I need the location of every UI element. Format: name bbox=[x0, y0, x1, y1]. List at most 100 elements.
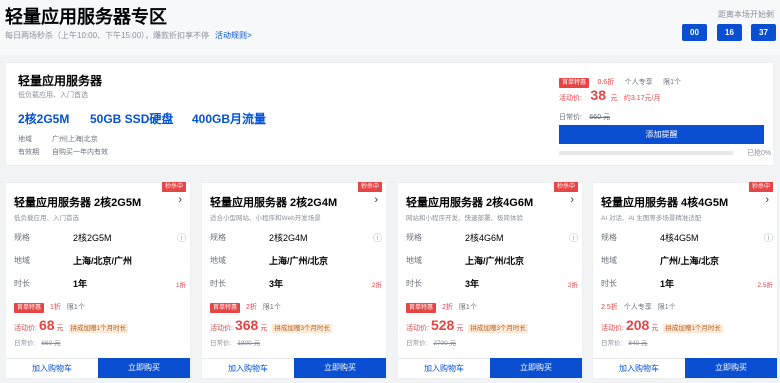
region-value[interactable]: 上海/广州/北京 bbox=[465, 254, 524, 267]
flash-sale-ribbon: 秒杀中 bbox=[553, 182, 578, 192]
orig-value: 2700 元 bbox=[433, 340, 457, 347]
info-circle-icon[interactable]: ⓘ bbox=[373, 231, 382, 244]
product-card[interactable]: 秒杀中 轻量应用服务器 2核4G6M › 网站和小程序开发、快速部署、极简体验 … bbox=[397, 182, 583, 379]
buy-now-button[interactable]: 立即购买 bbox=[98, 358, 190, 378]
group-buy-promo: 拼成加赠3个月时长 bbox=[272, 324, 332, 333]
orig-label: 日常价: bbox=[14, 340, 36, 347]
orig-value: 660 元 bbox=[41, 340, 61, 347]
spec-row: 规格 2核4G6M ⓘ bbox=[406, 229, 578, 247]
price-value: 208 bbox=[625, 317, 650, 333]
orig-price: 日常价: 1800 元 bbox=[210, 337, 260, 347]
orig-price: 日常价: 660 元 bbox=[14, 337, 60, 347]
rules-link[interactable]: 活动规则> bbox=[215, 31, 252, 40]
group-buy-promo: 拼成加赠1个月时长 bbox=[663, 324, 723, 333]
price-unit: 元 bbox=[610, 95, 618, 102]
duration-discount: 2.5折 bbox=[757, 282, 773, 289]
card-price: 活动价: 208 元拼成加赠1个月时长 bbox=[601, 317, 723, 335]
orig-label: 日常价: bbox=[210, 340, 232, 347]
price-label: 活动价: bbox=[14, 325, 37, 332]
discount-label: 2折 bbox=[442, 304, 453, 311]
orig-label: 日常价: bbox=[601, 340, 623, 347]
orig-value: 840 元 bbox=[628, 340, 648, 347]
info-circle-icon[interactable]: ⓘ bbox=[569, 231, 578, 244]
duration-value[interactable]: 1年 bbox=[73, 277, 87, 290]
region-value[interactable]: 广州/上海/北京 bbox=[660, 254, 719, 267]
chevron-right-icon[interactable]: › bbox=[570, 194, 574, 206]
spec-row: 规格 4核4G5M ⓘ bbox=[601, 229, 773, 247]
card-title[interactable]: 轻量应用服务器 2核2G5M bbox=[14, 194, 141, 210]
duration-value[interactable]: 1年 bbox=[660, 277, 674, 290]
price-value: 368 bbox=[234, 317, 259, 333]
duration-value[interactable]: 3年 bbox=[465, 277, 479, 290]
page-title: 轻量应用服务器专区 bbox=[5, 7, 167, 27]
first-order-badge: 首单特惠 bbox=[14, 303, 45, 313]
product-card[interactable]: 秒杀中 轻量应用服务器 2核2G4M › 适合小型网站、小程序和Web开发场景 … bbox=[201, 182, 387, 379]
region-row: 地域 广州/上海/北京 bbox=[601, 252, 773, 270]
price-value: 68 bbox=[38, 317, 55, 333]
price-unit: 元 bbox=[651, 325, 659, 332]
card-tags: 首单特惠 2折 限1个 bbox=[406, 302, 477, 313]
orig-value: 1800 元 bbox=[237, 340, 261, 347]
info-circle-icon[interactable]: ⓘ bbox=[177, 231, 186, 244]
spec-traffic: 400GB月流量 bbox=[192, 112, 267, 126]
card-title[interactable]: 轻量应用服务器 4核4G5M bbox=[601, 194, 728, 210]
spec-disk: 50GB SSD硬盘 bbox=[90, 112, 174, 126]
chevron-right-icon[interactable]: › bbox=[765, 194, 769, 206]
chevron-right-icon[interactable]: › bbox=[178, 194, 182, 206]
product-card[interactable]: 秒杀中 轻量应用服务器 2核2G5M › 低负载应用、入门首选 规格 2核2G5… bbox=[5, 182, 191, 379]
price-unit: 元 bbox=[456, 325, 464, 332]
buy-now-button[interactable]: 立即购买 bbox=[685, 358, 777, 378]
card-title[interactable]: 轻量应用服务器 2核2G4M bbox=[210, 194, 337, 210]
featured-price: 活动价: 38 元 约3.17元/月 bbox=[559, 87, 769, 105]
duration-row: 时长 3年 2折 bbox=[210, 275, 382, 293]
duration-discount: 1折 bbox=[175, 282, 186, 289]
exclusive-tag: 个人专享 bbox=[624, 79, 653, 86]
chevron-right-icon[interactable]: › bbox=[374, 194, 378, 206]
card-desc: 网站和小程序开发、快速部署、极简体验 bbox=[406, 215, 523, 222]
duration-row: 时长 3年 2折 bbox=[406, 275, 578, 293]
card-tags: 首单特惠 1折 限1个 bbox=[14, 302, 85, 313]
buy-now-button[interactable]: 立即购买 bbox=[490, 358, 582, 378]
price-value: 38 bbox=[590, 87, 606, 103]
price-unit: 元 bbox=[56, 325, 64, 332]
spec-row: 规格 2核2G4M ⓘ bbox=[210, 229, 382, 247]
subtitle-text: 每日两场秒杀（上午10:00、下午15:00），爆款折扣享不停 bbox=[5, 31, 210, 40]
add-reminder-button[interactable]: 添加提醒 bbox=[559, 125, 764, 144]
add-to-cart-button[interactable]: 加入购物车 bbox=[6, 358, 98, 378]
card-tag: 限1个 bbox=[657, 304, 676, 311]
orig-price: 日常价: 2700 元 bbox=[406, 337, 456, 347]
buy-now-button[interactable]: 立即购买 bbox=[294, 358, 386, 378]
validity-row: 有效期 自购买一年内有效 bbox=[18, 147, 108, 157]
duration-label: 时长 bbox=[601, 279, 617, 288]
price-value: 528 bbox=[430, 317, 455, 333]
region-value[interactable]: 上海/广州/北京 bbox=[269, 254, 328, 267]
card-price: 活动价: 528 元拼成加赠3个月时长 bbox=[406, 317, 528, 335]
add-to-cart-button[interactable]: 加入购物车 bbox=[593, 358, 685, 378]
card-tag: 个人专享 bbox=[623, 304, 652, 311]
add-to-cart-button[interactable]: 加入购物车 bbox=[202, 358, 294, 378]
price-label: 活动价: bbox=[210, 325, 233, 332]
validity-value: 自购买一年内有效 bbox=[52, 149, 108, 156]
featured-orig-price: 日常价: 660 元 bbox=[559, 106, 769, 124]
card-title[interactable]: 轻量应用服务器 2核4G6M bbox=[406, 194, 533, 210]
region-value[interactable]: 上海/北京/广州 bbox=[73, 254, 132, 267]
info-circle-icon[interactable]: ⓘ bbox=[764, 231, 773, 244]
discount-label: 0.6折 bbox=[597, 79, 615, 86]
flash-sale-ribbon: 秒杀中 bbox=[161, 182, 186, 192]
group-buy-promo: 拼成加赠3个月时长 bbox=[468, 324, 528, 333]
spec-label: 规格 bbox=[601, 233, 617, 242]
add-to-cart-button[interactable]: 加入购物车 bbox=[398, 358, 490, 378]
spec-value: 2核2G5M bbox=[73, 233, 112, 243]
region-row: 地域 上海/广州/北京 bbox=[406, 252, 578, 270]
orig-price: 日常价: 840 元 bbox=[601, 337, 647, 347]
price-per-month: 约3.17元/月 bbox=[623, 95, 661, 102]
card-tags: 首单特惠 2折 限1个 bbox=[210, 302, 281, 313]
card-tag: 限1个 bbox=[262, 304, 281, 311]
spec-value: 2核2G4M bbox=[269, 233, 308, 243]
sold-progress-bar bbox=[559, 151, 733, 155]
duration-label: 时长 bbox=[406, 279, 422, 288]
header-bar: 轻量应用服务器专区 每日两场秒杀（上午10:00、下午15:00），爆款折扣享不… bbox=[0, 0, 780, 55]
duration-value[interactable]: 3年 bbox=[269, 277, 283, 290]
product-card[interactable]: 秒杀中 轻量应用服务器 4核4G5M › AI 对话、AI 生图等多场景精准适配… bbox=[592, 182, 778, 379]
region-label: 地域 bbox=[14, 256, 30, 265]
